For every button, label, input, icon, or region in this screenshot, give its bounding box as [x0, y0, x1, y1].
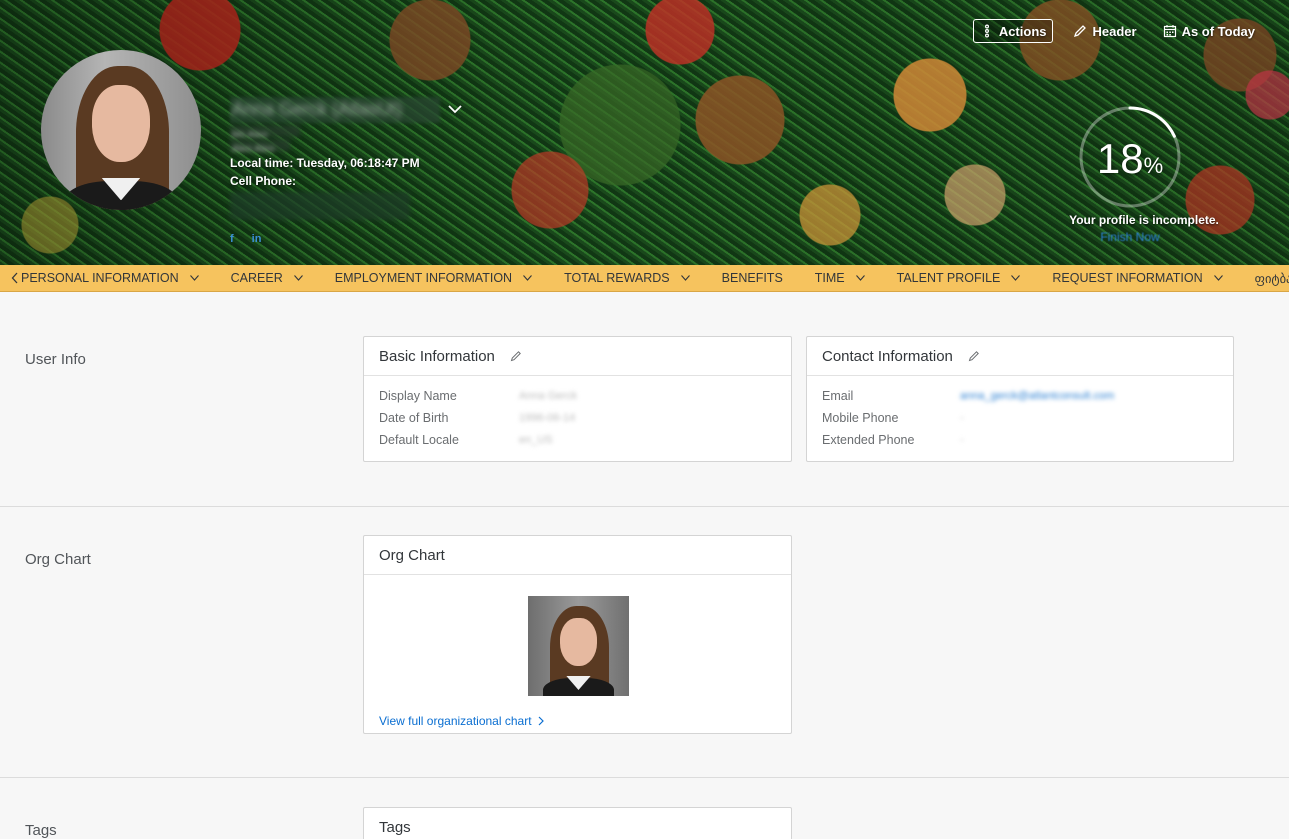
field-label: Extended Phone — [822, 433, 915, 447]
field-row: Mobile Phone - — [822, 407, 1233, 429]
user-info-title: User Info — [25, 351, 86, 368]
chevron-down-icon — [189, 275, 199, 281]
tab-employment-information[interactable]: EMPLOYMENT INFORMATION — [319, 265, 548, 291]
tags-section-title: Tags — [25, 822, 57, 839]
chevron-down-icon[interactable] — [447, 102, 463, 116]
basic-information-header: Basic Information — [364, 337, 791, 376]
field-value: - — [960, 412, 964, 424]
facebook-icon[interactable]: f — [230, 233, 234, 245]
chevron-down-icon — [680, 275, 690, 281]
profile-incomplete-note: Your profile is incomplete. — [1069, 213, 1219, 227]
tab-label: PERSONAL INFORMATION — [21, 271, 179, 285]
header-actions: Actions Header As of Today — [972, 19, 1261, 43]
tab-career[interactable]: CAREER — [215, 265, 319, 291]
tab-request-information[interactable]: REQUEST INFORMATION — [1036, 265, 1238, 291]
tab-label: BENEFITS — [721, 271, 783, 285]
pencil-icon[interactable] — [968, 350, 980, 362]
tags-card: Tags — [363, 807, 792, 839]
field-row: Date of Birth 1996-06-14 — [379, 407, 791, 429]
pencil-icon — [1074, 25, 1087, 38]
field-row: Default Locale en_US — [379, 429, 791, 451]
tab-label: ფიტბასი — [1254, 271, 1289, 286]
header-button[interactable]: Header — [1067, 19, 1142, 43]
cell-phone-value — [230, 192, 410, 220]
tab-label: TALENT PROFILE — [896, 271, 1001, 285]
employee-name[interactable]: Anna Gerck (AtlasUt) — [232, 99, 438, 121]
org-chart-card: Org Chart View full organizational chart — [363, 535, 792, 734]
user-info-section: User Info Basic Information Display Name… — [0, 293, 1289, 507]
chevron-down-icon — [1213, 275, 1223, 281]
chevron-down-icon — [523, 275, 532, 281]
field-row: Extended Phone - — [822, 429, 1233, 451]
contact-information-title: Contact Information — [822, 347, 953, 365]
view-full-org-chart-label: View full organizational chart — [379, 714, 532, 728]
chevron-down-icon — [293, 275, 303, 281]
field-label: Mobile Phone — [822, 411, 899, 425]
actions-label: Actions — [998, 23, 1047, 39]
tab-benefits[interactable]: BENEFITS — [706, 265, 799, 291]
employee-title-line1: Ms Aleo — [230, 125, 300, 141]
view-full-org-chart-link[interactable]: View full organizational chart — [379, 714, 544, 728]
employee-title-line2: Aleo Aleo — [230, 139, 290, 155]
field-value: - — [960, 434, 964, 446]
section-navigation-bar: PERSONAL INFORMATION CAREER EMPLOYMENT INF… — [0, 265, 1289, 292]
field-label: Email — [822, 389, 854, 403]
tags-section: Tags Tags — [0, 778, 1289, 839]
tags-card-header: Tags — [364, 808, 791, 839]
finish-now-link[interactable]: Finish Now — [1060, 230, 1200, 244]
tab-time[interactable]: TIME — [799, 265, 881, 291]
field-value: Anna Gerck — [519, 390, 578, 402]
tab-ფიტბასი[interactable]: ფიტბასი — [1239, 265, 1289, 291]
header-label: Header — [1092, 23, 1137, 39]
tab-label: CAREER — [230, 271, 283, 285]
tab-label: REQUEST INFORMATION — [1052, 271, 1203, 285]
chevron-down-icon — [1011, 275, 1021, 281]
org-chart-employee-photo[interactable] — [528, 596, 629, 696]
chevron-down-icon — [855, 275, 865, 281]
profile-completion-value: 18% — [1096, 135, 1164, 182]
field-row: Email anna_gerck@atlantconsult.com — [822, 385, 1233, 407]
org-chart-section: Org Chart Org Chart View full organizati… — [0, 507, 1289, 778]
tab-label: TOTAL REWARDS — [564, 271, 670, 285]
basic-information-title: Basic Information — [379, 347, 495, 365]
chevron-right-icon — [538, 716, 544, 726]
tab-personal-information[interactable]: PERSONAL INFORMATION — [21, 265, 215, 291]
employee-photo — [41, 50, 201, 210]
tab-label: EMPLOYMENT INFORMATION — [334, 271, 513, 285]
employee-avatar[interactable] — [41, 50, 201, 210]
tab-label: TIME — [814, 271, 845, 285]
linkedin-icon[interactable]: in — [252, 233, 262, 245]
more-vertical-icon — [984, 24, 989, 38]
social-links: f in — [230, 233, 261, 245]
field-label: Display Name — [379, 389, 457, 403]
field-label: Date of Birth — [379, 411, 449, 425]
nav-tabs: PERSONAL INFORMATION CAREER EMPLOYMENT INF… — [21, 265, 1289, 291]
calendar-icon — [1163, 25, 1176, 38]
tab-total-rewards[interactable]: TOTAL REWARDS — [548, 265, 706, 291]
contact-information-card: Contact Information Email anna_gerck@atla… — [806, 336, 1234, 462]
org-chart-section-title: Org Chart — [25, 551, 91, 568]
basic-information-fields: Display Name Anna Gerck Date of Birth 1996-… — [364, 376, 791, 451]
field-value: en_US — [519, 434, 553, 446]
org-chart-card-title: Org Chart — [379, 546, 445, 564]
as-of-today-button[interactable]: As of Today — [1157, 19, 1261, 43]
tab-talent-profile[interactable]: TALENT PROFILE — [881, 265, 1037, 291]
org-chart-card-header: Org Chart — [364, 536, 791, 575]
field-label: Default Locale — [379, 433, 459, 447]
pencil-icon[interactable] — [510, 350, 522, 362]
field-value[interactable]: anna_gerck@atlantconsult.com — [960, 390, 1114, 402]
field-value: 1996-06-14 — [519, 412, 576, 424]
contact-information-header: Contact Information — [807, 337, 1233, 376]
local-time: Local time: Tuesday, 06:18:47 PM — [230, 156, 420, 170]
field-row: Display Name Anna Gerck — [379, 385, 791, 407]
tags-card-title: Tags — [379, 818, 411, 836]
chevron-left-icon — [11, 272, 18, 284]
as-of-today-label: As of Today — [1181, 23, 1255, 39]
contact-information-fields: Email anna_gerck@atlantconsult.com Mobile … — [807, 376, 1233, 451]
cell-phone-label: Cell Phone: — [230, 174, 297, 188]
basic-information-card: Basic Information Display Name Anna Gerck… — [363, 336, 792, 462]
actions-button[interactable]: Actions — [972, 19, 1054, 43]
profile-header-banner: Actions Header As of Today Anna Gerck (A… — [0, 0, 1289, 265]
